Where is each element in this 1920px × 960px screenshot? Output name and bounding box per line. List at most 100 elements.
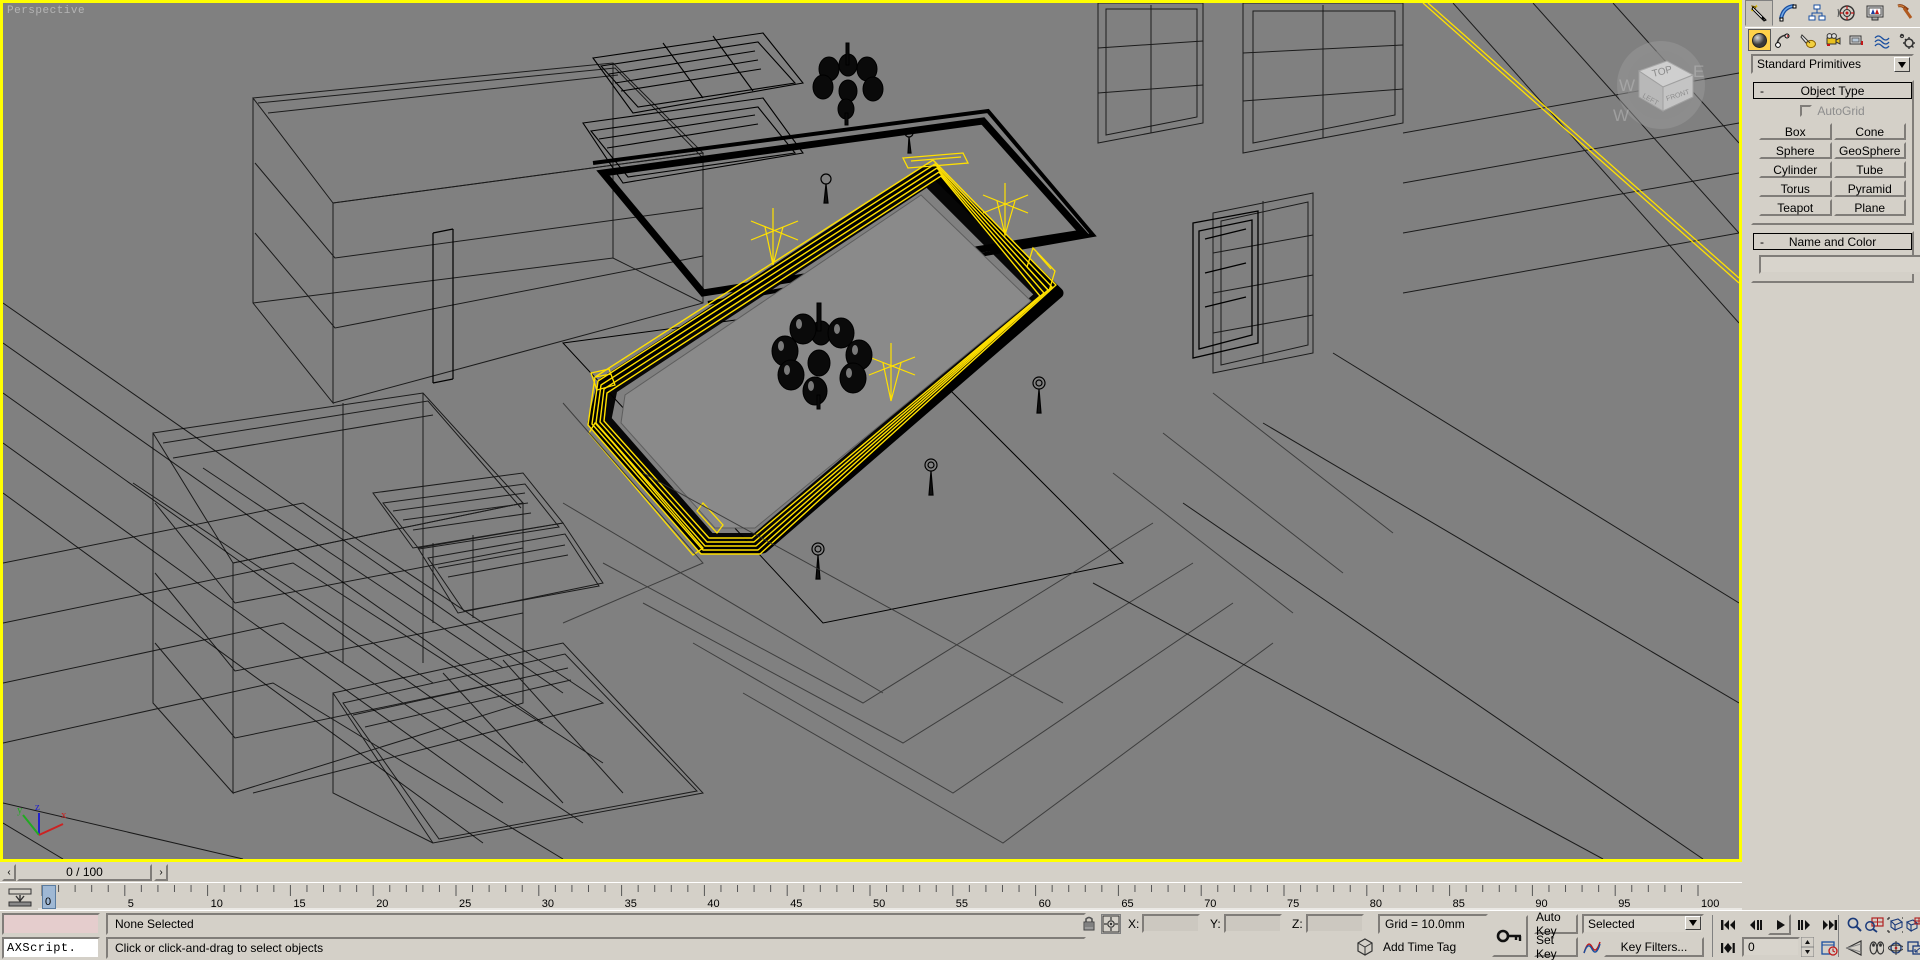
create-cone-button[interactable]: Cone (1833, 123, 1906, 140)
key-filters-button[interactable]: Key Filters... (1604, 937, 1704, 957)
next-frame-button[interactable] (1792, 914, 1815, 935)
viewcube[interactable]: W E W TOP LEFT FRONT (1605, 25, 1717, 137)
maximize-viewport-toggle[interactable] (1903, 937, 1920, 958)
maxscript-mini-listener[interactable]: AXScript. (2, 913, 100, 959)
time-slider-handle[interactable]: 0 / 100 (17, 863, 152, 881)
time-tag-icon[interactable] (1355, 937, 1375, 957)
key-filter-curve-icon[interactable] (1582, 937, 1602, 957)
create-plane-button[interactable]: Plane (1833, 199, 1906, 216)
object-name-input[interactable] (1759, 255, 1920, 274)
auto-key-button[interactable]: Auto Key (1534, 910, 1578, 938)
coord-z-input[interactable] (1305, 914, 1364, 933)
create-tube-button[interactable]: Tube (1833, 161, 1906, 178)
create-pyramid-button[interactable]: Pyramid (1833, 180, 1906, 197)
create-cylinder-button[interactable]: Cylinder (1759, 161, 1832, 178)
maxscript-listener-input[interactable]: AXScript. (2, 937, 100, 959)
current-frame-field[interactable] (1742, 937, 1800, 957)
absolute-relative-mode-toggle[interactable] (1101, 914, 1121, 934)
selection-lock-icon[interactable] (1080, 914, 1098, 934)
tab-modify[interactable] (1774, 0, 1802, 26)
create-sphere-button[interactable]: Sphere (1759, 142, 1832, 159)
coordinate-x-group[interactable]: X: (1128, 914, 1201, 933)
subtab-lights[interactable] (1797, 29, 1820, 51)
key-mode-toggle-button[interactable] (1492, 915, 1528, 957)
svg-text:E: E (1693, 62, 1704, 81)
max-application-window: Perspective W E W TOP LEFT FRONT y z x S… (0, 0, 1920, 960)
time-slider-track[interactable] (168, 862, 1742, 882)
svg-text:75: 75 (1287, 898, 1299, 910)
chevron-down-icon[interactable] (1685, 916, 1701, 930)
open-mini-curve-editor-icon[interactable] (6, 887, 34, 907)
key-set-dropdown[interactable]: Selected (1582, 914, 1704, 934)
time-slider-prev-button[interactable]: ‹ (2, 863, 16, 881)
grid-readout: Grid = 10.0mm (1378, 914, 1488, 934)
play-animation-button[interactable] (1768, 914, 1791, 935)
object-type-button-grid[interactable]: Box Cone Sphere GeoSphere Cylinder Tube … (1759, 123, 1906, 216)
viewport-wireframe-scene[interactable] (3, 3, 1739, 859)
autogrid-checkbox[interactable] (1800, 105, 1813, 117)
category-dropdown[interactable]: Standard Primitives (1751, 54, 1914, 74)
svg-text:W: W (1619, 76, 1635, 95)
maxscript-listener-output[interactable] (2, 913, 100, 935)
rollout-collapse-glyph[interactable]: - (1760, 84, 1764, 98)
coord-x-label: X: (1128, 916, 1140, 931)
name-and-color-row[interactable] (1759, 255, 1920, 274)
viewport-label[interactable]: Perspective (7, 5, 85, 17)
subtab-geometry[interactable] (1748, 29, 1771, 51)
coord-x-input[interactable] (1142, 914, 1201, 933)
tab-hierarchy[interactable] (1803, 0, 1831, 26)
rollout-collapse-glyph[interactable]: - (1760, 235, 1764, 249)
axis-z-label: z (35, 801, 40, 813)
tab-utilities[interactable] (1890, 0, 1918, 26)
axis-tripod: y z x (17, 791, 79, 853)
tab-create[interactable] (1745, 0, 1773, 26)
rollout-name-and-color-header[interactable]: - Name and Color (1753, 233, 1912, 250)
prompt-line: Click or click-and-drag to select object… (106, 937, 1086, 959)
rollout-name-and-color: - Name and Color (1751, 231, 1920, 283)
zoom-extents-all-button[interactable] (1903, 914, 1920, 935)
rollout-object-type-title: Object Type (1800, 83, 1865, 98)
coord-y-label: Y: (1210, 916, 1221, 931)
svg-text:90: 90 (1535, 898, 1547, 910)
command-panel-tabs[interactable] (1745, 0, 1920, 27)
field-of-view-button[interactable] (1843, 937, 1866, 958)
command-panel[interactable]: Standard Primitives - Object Type AutoGr… (1745, 0, 1920, 862)
go-to-start-button[interactable] (1716, 914, 1739, 935)
track-bar[interactable]: 0 5 10 15 20 25 30 35 40 45 50 55 60 65 70 75 80 85 90 95 10… (0, 882, 1742, 911)
subtab-cameras[interactable] (1822, 29, 1845, 51)
coordinate-y-group[interactable]: Y: (1210, 914, 1282, 933)
svg-text:10: 10 (211, 898, 223, 910)
time-slider-next-button[interactable]: › (154, 863, 168, 881)
command-panel-subcategories[interactable] (1745, 27, 1920, 52)
tab-motion[interactable] (1832, 0, 1860, 26)
create-teapot-button[interactable]: Teapot (1759, 199, 1832, 216)
status-text-group: None Selected Click or click-and-drag to… (106, 913, 1086, 959)
key-mode-button[interactable] (1716, 937, 1739, 958)
coordinate-z-group[interactable]: Z: (1292, 914, 1364, 933)
create-box-button[interactable]: Box (1759, 123, 1832, 140)
previous-frame-button[interactable] (1744, 914, 1767, 935)
svg-text:40: 40 (707, 898, 719, 910)
subtab-spacewarps[interactable] (1871, 29, 1894, 51)
time-slider-bar[interactable]: ‹ 0 / 100 › (0, 862, 1742, 882)
autogrid-row[interactable]: AutoGrid (1759, 104, 1906, 118)
set-key-button[interactable]: Set Key (1534, 933, 1578, 960)
coord-y-input[interactable] (1223, 914, 1282, 933)
add-time-tag-button[interactable]: Add Time Tag (1378, 937, 1484, 957)
subtab-systems[interactable] (1895, 29, 1918, 51)
tab-display[interactable] (1861, 0, 1889, 26)
track-bar-current-frame-marker[interactable]: 0 (42, 885, 56, 909)
subtab-helpers[interactable] (1846, 29, 1869, 51)
svg-text:W: W (1613, 106, 1629, 125)
create-geosphere-button[interactable]: GeoSphere (1833, 142, 1906, 159)
create-torus-button[interactable]: Torus (1759, 180, 1832, 197)
rollout-object-type-header[interactable]: - Object Type (1753, 82, 1912, 99)
svg-text:20: 20 (376, 898, 388, 910)
zoom-all-button[interactable] (1862, 914, 1885, 935)
chevron-down-icon[interactable] (1894, 57, 1910, 72)
subtab-shapes[interactable] (1773, 29, 1796, 51)
svg-text:35: 35 (625, 898, 637, 910)
perspective-viewport[interactable]: Perspective W E W TOP LEFT FRONT y z x (0, 0, 1742, 862)
frame-spinner[interactable] (1800, 936, 1815, 958)
track-bar-ruler[interactable]: 0 5 10 15 20 25 30 35 40 45 50 55 60 65 70 75 80 85 90 95 10… (38, 883, 1742, 911)
